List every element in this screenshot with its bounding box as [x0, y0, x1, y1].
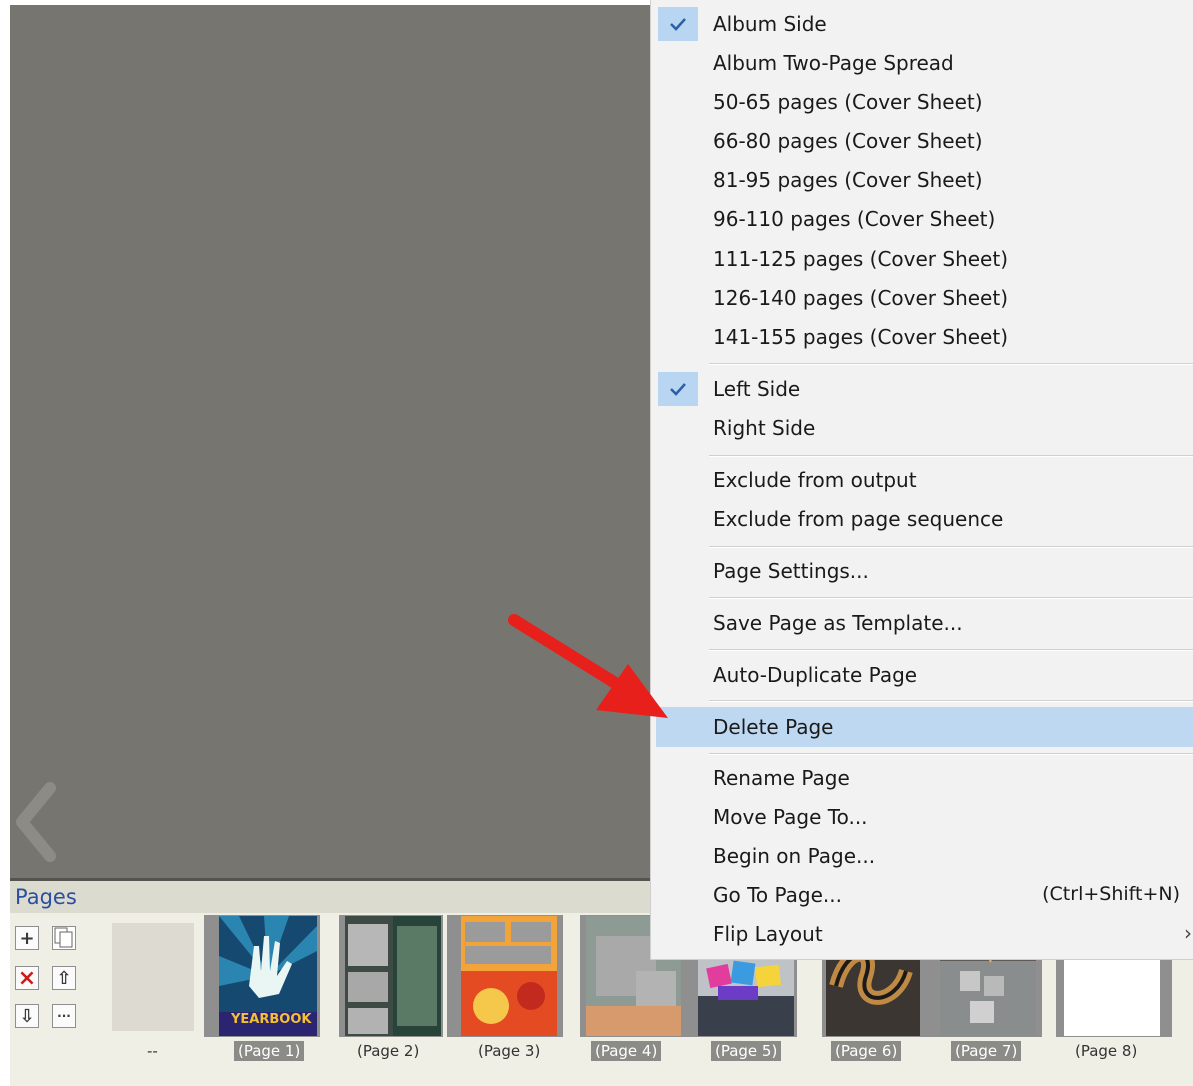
menu-item-left-side[interactable]: Left Side	[656, 370, 1193, 408]
menu-item-label: Exclude from output	[713, 468, 917, 492]
collage-image	[345, 916, 441, 1036]
menu-separator	[709, 546, 1193, 548]
menu-item-label: Left Side	[713, 377, 801, 401]
move-page-up-button[interactable]: ⇧	[52, 966, 76, 990]
checkmark-icon	[658, 7, 698, 41]
menu-separator	[709, 597, 1193, 599]
yearbook-title-text: YEARBOOK	[231, 1012, 312, 1027]
menu-item-exclude-from-page-sequence[interactable]: Exclude from page sequence	[656, 500, 1193, 538]
menu-item-label: 66-80 pages (Cover Sheet)	[713, 129, 983, 153]
copy-page-icon	[54, 927, 73, 948]
menu-item-66-80-pages[interactable]: 66-80 pages (Cover Sheet)	[656, 122, 1193, 160]
menu-item-label: 111-125 pages (Cover Sheet)	[713, 247, 1008, 271]
menu-item-label: Rename Page	[713, 766, 850, 790]
menu-item-label: 141-155 pages (Cover Sheet)	[713, 325, 1008, 349]
menu-item-label: Right Side	[713, 416, 816, 440]
checkmark-icon	[658, 372, 698, 406]
menu-item-label: Flip Layout	[713, 922, 823, 946]
menu-separator	[709, 363, 1193, 365]
menu-separator	[709, 649, 1193, 651]
page-label-3: (Page 3)	[478, 1042, 541, 1060]
menu-item-move-page-to[interactable]: Move Page To...	[656, 798, 1193, 836]
menu-item-label: 126-140 pages (Cover Sheet)	[713, 286, 1008, 310]
menu-item-label: Album Two-Page Spread	[713, 51, 954, 75]
menu-item-141-155-pages[interactable]: 141-155 pages (Cover Sheet)	[656, 318, 1193, 356]
page-label-6: (Page 6)	[831, 1041, 902, 1061]
move-page-down-button[interactable]: ⇩	[15, 1004, 39, 1028]
page-thumbnail-1[interactable]: YEARBOOK	[219, 916, 317, 1036]
page-canvas[interactable]	[10, 5, 670, 880]
submenu-arrow-icon: ›	[1184, 921, 1192, 945]
menu-item-save-page-as-template[interactable]: Save Page as Template...	[656, 604, 1193, 642]
page-thumbnail-2[interactable]	[345, 916, 441, 1036]
menu-item-rename-page[interactable]: Rename Page	[656, 759, 1193, 797]
menu-item-label: 81-95 pages (Cover Sheet)	[713, 168, 983, 192]
menu-item-111-125-pages[interactable]: 111-125 pages (Cover Sheet)	[656, 240, 1193, 278]
previous-page-arrow-icon[interactable]	[14, 782, 58, 862]
menu-item-126-140-pages[interactable]: 126-140 pages (Cover Sheet)	[656, 279, 1193, 317]
page-context-menu: Album Side Album Two-Page Spread 50-65 p…	[650, 0, 1193, 960]
page-label-8: (Page 8)	[1075, 1042, 1138, 1060]
menu-item-label: Delete Page	[713, 715, 834, 739]
menu-item-auto-duplicate-page[interactable]: Auto-Duplicate Page	[656, 656, 1193, 694]
menu-item-album-two-page-spread[interactable]: Album Two-Page Spread	[656, 44, 1193, 82]
menu-item-page-settings[interactable]: Page Settings...	[656, 552, 1193, 590]
page-label-2: (Page 2)	[357, 1042, 420, 1060]
shortcut-label: (Ctrl+Shift+N)	[1042, 883, 1180, 905]
menu-item-right-side[interactable]: Right Side	[656, 409, 1193, 447]
delete-page-button[interactable]: ×	[15, 965, 39, 991]
menu-separator	[709, 455, 1193, 457]
menu-separator	[709, 753, 1193, 755]
page-label-1: (Page 1)	[234, 1041, 305, 1061]
menu-item-label: Move Page To...	[713, 805, 868, 829]
menu-item-label: Album Side	[713, 12, 827, 36]
menu-item-96-110-pages[interactable]: 96-110 pages (Cover Sheet)	[656, 200, 1193, 238]
menu-item-label: Exclude from page sequence	[713, 507, 1004, 531]
menu-item-label: Page Settings...	[713, 559, 869, 583]
menu-separator	[709, 700, 1193, 702]
menu-item-go-to-page[interactable]: Go To Page... (Ctrl+Shift+N)	[656, 876, 1193, 914]
menu-item-begin-on-page[interactable]: Begin on Page...	[656, 837, 1193, 875]
menu-item-label: Begin on Page...	[713, 844, 876, 868]
menu-item-label: Go To Page...	[713, 883, 842, 907]
add-page-icon: +	[19, 927, 35, 949]
page-thumbnail-3[interactable]	[461, 916, 557, 1036]
page-label-cover: --	[147, 1042, 158, 1060]
menu-item-flip-layout[interactable]: Flip Layout ›	[656, 915, 1193, 953]
delete-page-icon: ×	[17, 965, 37, 991]
menu-item-label: 96-110 pages (Cover Sheet)	[713, 207, 996, 231]
menu-item-label: Save Page as Template...	[713, 611, 963, 635]
orange-collage-image	[461, 916, 557, 1036]
menu-item-81-95-pages[interactable]: 81-95 pages (Cover Sheet)	[656, 161, 1193, 199]
menu-item-label: 50-65 pages (Cover Sheet)	[713, 90, 983, 114]
menu-item-album-side[interactable]: Album Side	[656, 5, 1193, 43]
more-options-button[interactable]: ···	[52, 1004, 76, 1028]
more-options-icon: ···	[57, 1009, 71, 1023]
pages-panel-title: Pages	[15, 885, 77, 909]
page-label-7: (Page 7)	[951, 1041, 1022, 1061]
app-window: Pages + × ⇧ ⇩ ··· YEARBOOK -- (Page 1) (…	[0, 0, 1193, 1086]
copy-page-button[interactable]	[52, 926, 76, 950]
page-label-5: (Page 5)	[711, 1041, 782, 1061]
page-label-4: (Page 4)	[591, 1041, 662, 1061]
add-page-button[interactable]: +	[15, 926, 39, 950]
menu-item-exclude-from-output[interactable]: Exclude from output	[656, 461, 1193, 499]
move-down-icon: ⇩	[19, 1005, 35, 1027]
red-pointer-arrow-icon	[508, 614, 668, 718]
menu-item-delete-page[interactable]: Delete Page	[656, 707, 1193, 747]
page-thumbnail-blank[interactable]	[112, 923, 194, 1031]
move-up-icon: ⇧	[56, 967, 72, 989]
menu-item-label: Auto-Duplicate Page	[713, 663, 918, 687]
menu-item-50-65-pages[interactable]: 50-65 pages (Cover Sheet)	[656, 83, 1193, 121]
